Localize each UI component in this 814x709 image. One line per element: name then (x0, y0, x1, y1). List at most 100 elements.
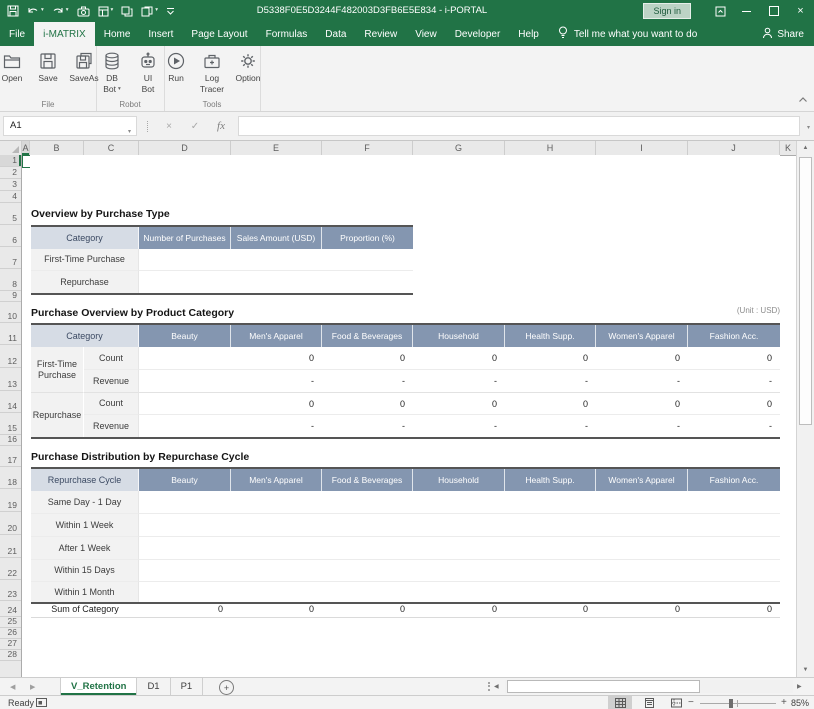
cell[interactable]: 0 (688, 347, 780, 370)
table2-header-col[interactable]: Food & Beverages (322, 325, 413, 347)
cell[interactable] (688, 560, 780, 582)
ribbon-tab-imatrix[interactable]: i-MATRIX (34, 22, 95, 46)
run-button[interactable]: Run (160, 49, 192, 95)
row-header-8[interactable]: 8 (0, 269, 21, 291)
cell[interactable]: 0 (596, 347, 688, 370)
table1-header-purchases[interactable]: Number of Purchases (139, 227, 231, 249)
table3-row-label[interactable]: Within 1 Month (31, 582, 139, 602)
cell[interactable]: - (322, 370, 413, 393)
cell[interactable] (413, 560, 505, 582)
cell[interactable]: 0 (322, 347, 413, 370)
row-header-3[interactable]: 3 (0, 179, 21, 191)
cell[interactable] (505, 514, 596, 537)
expand-formula-bar-icon[interactable]: ▾ (807, 124, 810, 131)
row-header-22[interactable]: 22 (0, 558, 21, 580)
table3-header-col[interactable]: Beauty (139, 469, 231, 491)
ribbon-tab-home[interactable]: Home (95, 22, 140, 46)
horizontal-scrollbar-thumb[interactable] (507, 680, 700, 693)
save-button[interactable]: Save (32, 49, 64, 84)
cell[interactable] (322, 271, 413, 293)
table3-header-col[interactable]: Women's Apparel (596, 469, 688, 491)
row-header-6[interactable]: 6 (0, 225, 21, 247)
zoom-slider-track[interactable] (700, 703, 776, 704)
db-bot-dropdown-icon[interactable]: ▾ (118, 87, 121, 93)
table2-header-col[interactable]: Fashion Acc. (688, 325, 780, 347)
sheet-tab-v-retention[interactable]: V_Retention (60, 678, 137, 695)
cell[interactable] (231, 271, 322, 293)
sign-in-button[interactable]: Sign in (643, 3, 691, 19)
cell[interactable]: 0 (322, 393, 413, 415)
table2-unit-label[interactable]: (Unit : USD) (31, 306, 780, 315)
column-header-e[interactable]: E (231, 141, 322, 155)
scroll-down-icon[interactable]: ▼ (797, 663, 814, 677)
table2-sub-revenue[interactable]: Revenue (84, 370, 139, 393)
cell[interactable]: - (688, 415, 780, 437)
row-header-partial[interactable] (0, 661, 21, 677)
cell[interactable] (139, 582, 231, 602)
camera-icon[interactable] (77, 6, 90, 17)
cell[interactable] (139, 415, 231, 437)
vertical-scrollbar-thumb[interactable] (799, 157, 812, 425)
table3-header-cycle[interactable]: Repurchase Cycle (31, 469, 139, 491)
cell[interactable]: 0 (596, 393, 688, 415)
select-all-corner[interactable] (0, 141, 22, 155)
ribbon-tab-data[interactable]: Data (316, 22, 355, 46)
cell[interactable]: 0 (413, 393, 505, 415)
column-header-i[interactable]: I (596, 141, 688, 155)
table1-row-label[interactable]: Repurchase (31, 271, 139, 293)
cancel-button[interactable]: × (158, 116, 180, 136)
cell[interactable]: - (231, 415, 322, 437)
cell[interactable] (231, 491, 322, 514)
row-header-24[interactable]: 24 (0, 601, 21, 617)
table3-header-col[interactable]: Health Supp. (505, 469, 596, 491)
cell[interactable]: 0 (231, 601, 322, 617)
sum-row-label[interactable]: Sum of Category (31, 601, 139, 617)
cell[interactable] (139, 271, 231, 293)
cell[interactable] (596, 560, 688, 582)
cell[interactable] (688, 537, 780, 560)
ribbon-tab-file[interactable]: File (0, 22, 34, 46)
cell[interactable] (505, 582, 596, 602)
cell[interactable]: - (231, 370, 322, 393)
cell[interactable] (231, 537, 322, 560)
cell[interactable] (139, 249, 231, 271)
hscroll-left-icon[interactable]: ◀ (494, 678, 499, 695)
cell[interactable]: 0 (231, 393, 322, 415)
row-header-18[interactable]: 18 (0, 467, 21, 489)
sheet-tab-p1[interactable]: P1 (171, 678, 204, 695)
maximize-button[interactable] (760, 0, 787, 22)
open-button[interactable]: Open (0, 49, 28, 84)
page-break-view-button[interactable] (664, 696, 688, 709)
column-header-c[interactable]: C (84, 141, 139, 155)
cell[interactable]: 0 (688, 393, 780, 415)
zoom-in-button[interactable]: + (781, 697, 787, 708)
cell[interactable] (231, 560, 322, 582)
cell[interactable] (322, 582, 413, 602)
cell[interactable] (322, 249, 413, 271)
horizontal-scrollbar[interactable] (505, 680, 793, 693)
name-box[interactable]: A1 ▾ (3, 116, 137, 136)
row-header-19[interactable]: 19 (0, 489, 21, 512)
db-bot-button[interactable]: DB Bot▾ (96, 49, 128, 95)
row-header-4[interactable]: 4 (0, 191, 21, 203)
cell[interactable] (505, 537, 596, 560)
cell[interactable]: - (413, 370, 505, 393)
table2-sub-count[interactable]: Count (84, 347, 139, 370)
table2-header-col[interactable]: Women's Apparel (596, 325, 688, 347)
cell[interactable] (322, 560, 413, 582)
cell[interactable] (596, 582, 688, 602)
ribbon-tab-insert[interactable]: Insert (139, 22, 182, 46)
table1-title[interactable]: Overview by Purchase Type (31, 203, 170, 225)
row-header-20[interactable]: 20 (0, 512, 21, 535)
tab-scroll-splitter[interactable] (488, 682, 490, 691)
cell[interactable]: - (505, 415, 596, 437)
cell[interactable]: 0 (413, 601, 505, 617)
column-header-d[interactable]: D (139, 141, 231, 155)
table2-header-category[interactable]: Category (31, 325, 139, 347)
cell[interactable]: - (688, 370, 780, 393)
cell[interactable]: - (413, 415, 505, 437)
ribbon-tab-view[interactable]: View (406, 22, 446, 46)
ribbon-tab-developer[interactable]: Developer (446, 22, 510, 46)
log-tracer-button[interactable]: Log Tracer (196, 49, 228, 95)
formula-input[interactable] (238, 116, 800, 136)
